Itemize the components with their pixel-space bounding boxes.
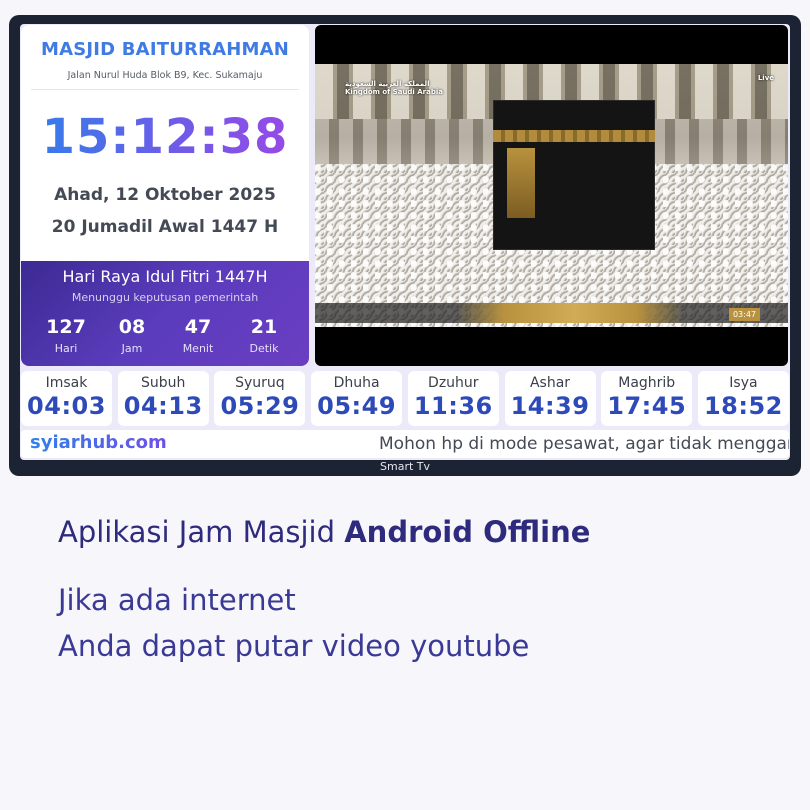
gregorian-date: Ahad, 12 Oktober 2025 bbox=[54, 185, 276, 205]
tv-label: Smart Tv bbox=[380, 460, 430, 473]
headline-part1: Aplikasi Jam Masjid bbox=[58, 515, 345, 549]
prayer-syuruq: Syuruq 05:29 bbox=[214, 371, 306, 426]
prayer-time: 05:29 bbox=[220, 392, 300, 420]
prayer-time: 17:45 bbox=[607, 392, 687, 420]
prayer-name: Dzuhur bbox=[428, 375, 479, 391]
prayer-time: 05:49 bbox=[317, 392, 397, 420]
live-badge: Live bbox=[757, 74, 774, 82]
kaaba-door bbox=[507, 148, 535, 218]
headline: Aplikasi Jam Masjid Android Offline bbox=[58, 515, 590, 549]
prayer-imsak: Imsak 04:03 bbox=[21, 371, 112, 426]
video-player[interactable]: المملكة العربية السعودية Kingdom of Saud… bbox=[315, 25, 788, 366]
headline-part2: Android Offline bbox=[344, 515, 591, 549]
countdown-value: 127 bbox=[46, 316, 86, 338]
video-frame: المملكة العربية السعودية Kingdom of Saud… bbox=[315, 64, 788, 327]
smart-tv-frame: MASJID BAITURRAHMAN Jalan Nurul Huda Blo… bbox=[9, 15, 801, 476]
prayer-name: Syuruq bbox=[235, 375, 285, 391]
countdown-label: Menit bbox=[182, 342, 214, 355]
kaaba-image bbox=[493, 100, 655, 250]
body-line-1: Jika ada internet bbox=[58, 583, 296, 617]
prayer-time: 18:52 bbox=[703, 392, 783, 420]
prayer-times-bar: Imsak 04:03 Subuh 04:13 Syuruq 05:29 Dhu… bbox=[21, 371, 789, 426]
prayer-time: 14:39 bbox=[510, 392, 590, 420]
prayer-name: Subuh bbox=[141, 375, 186, 391]
prayer-isya: Isya 18:52 bbox=[697, 371, 789, 426]
running-text: Mohon hp di mode pesawat, agar tidak men… bbox=[379, 434, 789, 454]
video-lower-third bbox=[315, 303, 788, 323]
countdown: 127 Hari 08 Jam 47 Menit 21 Detik bbox=[33, 316, 297, 355]
prayer-time: 04:13 bbox=[123, 392, 203, 420]
prayer-dzuhur: Dzuhur 11:36 bbox=[407, 371, 499, 426]
countdown-label: Jam bbox=[121, 342, 143, 355]
prayer-subuh: Subuh 04:13 bbox=[117, 371, 209, 426]
prayer-name: Maghrib bbox=[618, 375, 676, 391]
prayer-time: 11:36 bbox=[413, 392, 493, 420]
countdown-label: Detik bbox=[249, 342, 279, 355]
channel-logo: المملكة العربية السعودية Kingdom of Saud… bbox=[345, 80, 443, 96]
prayer-name: Ashar bbox=[529, 375, 571, 391]
video-timer: 03:47 bbox=[728, 308, 760, 321]
countdown-days: 127 Hari bbox=[36, 316, 96, 355]
countdown-value: 08 bbox=[118, 316, 146, 338]
brand-label: syiarhub.com bbox=[30, 432, 167, 453]
footer-bar: syiarhub.com Mohon hp di mode pesawat, a… bbox=[21, 430, 789, 458]
event-title: Hari Raya Idul Fitri 1447H bbox=[62, 267, 268, 286]
kaaba-band bbox=[493, 130, 655, 142]
prayer-maghrib: Maghrib 17:45 bbox=[601, 371, 693, 426]
countdown-value: 21 bbox=[250, 316, 278, 338]
event-countdown-panel: Hari Raya Idul Fitri 1447H Menunggu kepu… bbox=[21, 261, 309, 366]
countdown-value: 47 bbox=[184, 316, 212, 338]
mosque-address: Jalan Nurul Huda Blok B9, Kec. Sukamaju bbox=[67, 70, 263, 81]
prayer-dhuha: Dhuha 05:49 bbox=[311, 371, 403, 426]
countdown-minutes: 47 Menit bbox=[168, 316, 228, 355]
digital-clock: 15:12:38 bbox=[21, 109, 309, 165]
divider bbox=[31, 89, 299, 90]
mosque-name: MASJID BAITURRAHMAN bbox=[40, 39, 290, 60]
channel-logo-english: Kingdom of Saudi Arabia bbox=[345, 88, 443, 96]
prayer-time: 04:03 bbox=[27, 392, 106, 420]
channel-logo-arabic: المملكة العربية السعودية bbox=[345, 80, 430, 88]
event-subtitle: Menunggu keputusan pemerintah bbox=[71, 291, 259, 304]
prayer-ashar: Ashar 14:39 bbox=[504, 371, 596, 426]
prayer-name: Imsak bbox=[45, 375, 88, 391]
body-line-2: Anda dapat putar video youtube bbox=[58, 629, 530, 663]
countdown-label: Hari bbox=[54, 342, 78, 355]
countdown-hours: 08 Jam bbox=[102, 316, 162, 355]
countdown-seconds: 21 Detik bbox=[234, 316, 294, 355]
tv-screen: MASJID BAITURRAHMAN Jalan Nurul Huda Blo… bbox=[20, 24, 790, 460]
hijri-date: 20 Jumadil Awal 1447 H bbox=[51, 217, 279, 237]
prayer-name: Dhuha bbox=[333, 375, 380, 391]
prayer-name: Isya bbox=[729, 375, 758, 391]
mosque-info-panel: MASJID BAITURRAHMAN Jalan Nurul Huda Blo… bbox=[21, 25, 309, 366]
